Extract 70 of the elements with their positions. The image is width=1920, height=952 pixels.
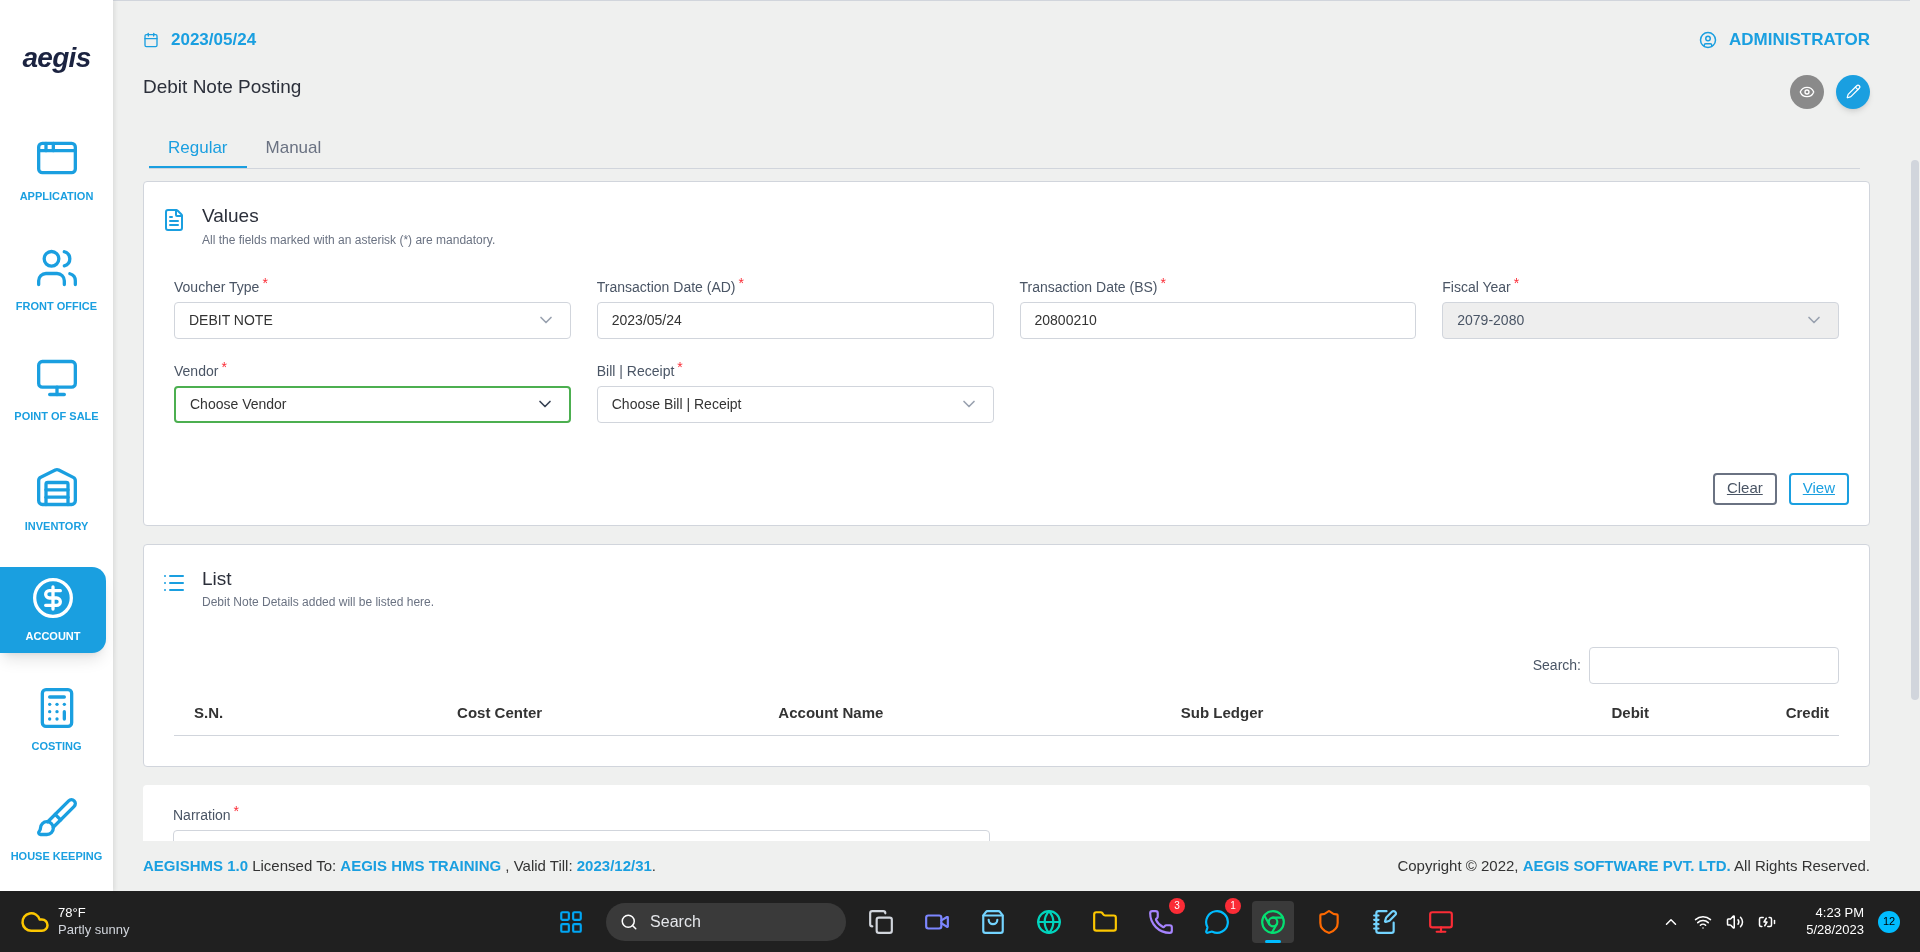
badge: 1: [1225, 897, 1242, 914]
chrome-icon: [1260, 908, 1287, 935]
notepad-icon: [1372, 908, 1399, 935]
taskbar-search[interactable]: Search: [606, 902, 847, 941]
folder-icon: [1092, 908, 1119, 935]
card-subtitle: All the fields marked with an asterisk (*) are mandatory.: [202, 231, 496, 249]
user-icon: [1698, 30, 1717, 49]
bag-icon: [980, 908, 1007, 935]
chat-icon: [1204, 908, 1231, 935]
required-mark: *: [677, 357, 683, 377]
edit-mode-button[interactable]: [1836, 74, 1870, 109]
input-field[interactable]: 20800210: [1019, 301, 1417, 339]
required-mark: *: [1160, 273, 1166, 293]
required-mark: *: [233, 801, 240, 821]
field-label: Bill | Receipt: [596, 361, 675, 381]
field-label: Transaction Date (AD): [596, 277, 736, 297]
search-field[interactable]: [1589, 647, 1839, 684]
column-header[interactable]: S.N.: [194, 704, 224, 721]
license-text: AEGISHMS 1.0 Licensed To: AEGIS HMS TRAINING , Valid Till: 2023/12/31.: [143, 855, 656, 876]
search-label: Search:: [1532, 656, 1581, 675]
calendar-icon: [143, 31, 159, 48]
required-mark: *: [738, 273, 744, 293]
windows-stack-icon: [868, 908, 895, 935]
column-header[interactable]: Cost Center: [457, 704, 543, 721]
clock-date[interactable]: 5/28/2023: [1806, 921, 1864, 938]
dollar-icon: [31, 575, 75, 620]
search-icon: [620, 912, 639, 931]
notification-badge[interactable]: 12: [1878, 910, 1900, 933]
card-title: List: [202, 566, 233, 591]
page-title: Debit Note Posting: [143, 74, 302, 99]
document-icon: [162, 208, 186, 232]
view-mode-button[interactable]: [1790, 74, 1824, 109]
phone-icon: [1148, 908, 1175, 935]
clock-time[interactable]: 4:23 PM: [1815, 905, 1864, 922]
current-date: 2023/05/24: [171, 29, 257, 51]
select-field[interactable]: Choose Vendor: [174, 385, 571, 423]
column-header[interactable]: Debit: [1611, 704, 1649, 721]
card-title: Values: [202, 204, 260, 228]
pencil-icon: [1845, 84, 1861, 99]
column-header[interactable]: Sub Ledger: [1180, 704, 1264, 721]
screen-icon: [1428, 908, 1455, 935]
taskbar-app[interactable]: 3: [1140, 900, 1183, 943]
input-field[interactable]: 2023/05/24: [596, 301, 994, 339]
required-mark: *: [262, 273, 268, 293]
tab[interactable]: Manual: [246, 128, 341, 168]
temperature: 78°F: [58, 905, 87, 922]
active-indicator: [1265, 939, 1282, 943]
column-header[interactable]: Account Name: [778, 704, 884, 721]
taskbar-app[interactable]: 1: [1196, 900, 1239, 943]
required-mark: *: [1513, 273, 1520, 293]
globe-icon: [1036, 908, 1063, 935]
field-label: Fiscal Year: [1442, 277, 1511, 297]
field-label: Narration: [173, 805, 231, 825]
badge: 3: [1169, 897, 1186, 914]
scrollbar[interactable]: [1911, 160, 1919, 700]
taskbar-app[interactable]: [1252, 900, 1295, 943]
field-label: Voucher Type: [174, 277, 260, 297]
required-mark: *: [221, 357, 227, 377]
weather-condition: Partly sunny: [58, 921, 130, 938]
speaker-icon[interactable]: [1726, 912, 1745, 931]
column-header[interactable]: Credit: [1785, 704, 1829, 721]
clear-button[interactable]: Clear: [1712, 472, 1777, 505]
select-field[interactable]: Choose Bill | Receipt: [596, 385, 994, 423]
select-field[interactable]: DEBIT NOTE: [174, 301, 571, 339]
field-label: Vendor: [174, 361, 219, 381]
windows-icon: [558, 908, 585, 935]
logo: aegis: [21, 40, 92, 75]
copyright-text: Copyright © 2022, AEGIS SOFTWARE PVT. LTD. All Rights Reserved.: [1397, 855, 1870, 876]
field-label: Transaction Date (BS): [1019, 277, 1158, 297]
card-subtitle: Debit Note Details added will be listed here.: [202, 594, 435, 611]
